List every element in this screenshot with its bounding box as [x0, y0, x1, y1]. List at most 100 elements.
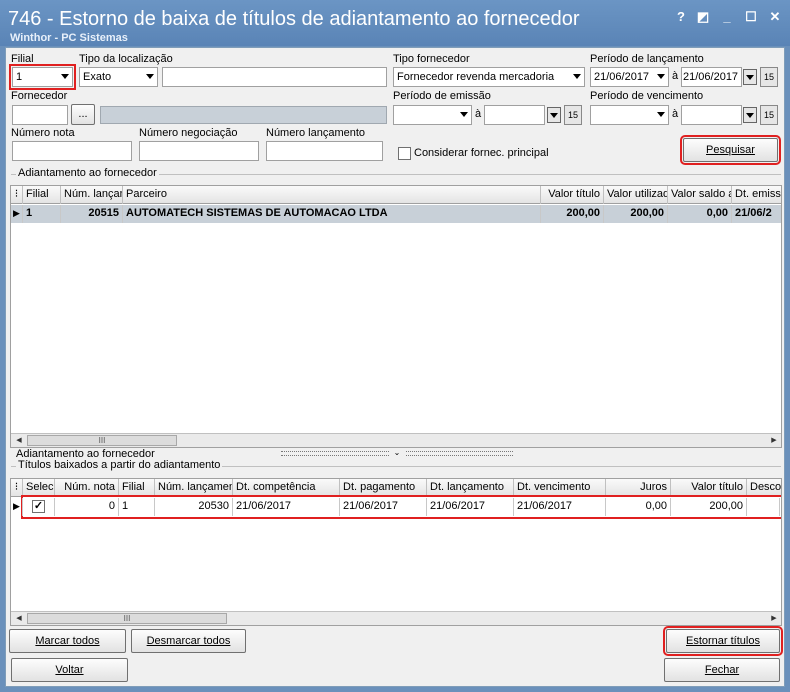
chevron-down-icon: [61, 74, 69, 79]
numero-lancamento-input[interactable]: [266, 141, 383, 161]
periodo-lancamento-dropdown[interactable]: [743, 69, 757, 85]
grid-menu-icon[interactable]: ⁝: [11, 186, 23, 204]
periodo-vencimento-to-input[interactable]: [681, 105, 742, 125]
tipo-localizacao-value: Exato: [83, 71, 112, 83]
baixados-hscroll[interactable]: ◀ III ▶: [11, 611, 781, 625]
window-title: 746 - Estorno de baixa de títulos de adi…: [8, 8, 580, 30]
cell-dt-competencia: 21/06/2017: [233, 498, 340, 516]
scroll-right-icon[interactable]: ▶: [768, 435, 780, 446]
baixados-group-title: Títulos baixados a partir do adiantament…: [16, 459, 223, 471]
estornar-titulos-button[interactable]: Estornar títulos: [663, 626, 783, 656]
col-filial[interactable]: Filial: [23, 186, 61, 204]
numero-negociacao-input[interactable]: [139, 141, 259, 161]
adiantamento-group-title: Adiantamento ao fornecedor: [16, 167, 159, 179]
periodo-emissao-from-input[interactable]: [393, 105, 472, 125]
cell-selecionado[interactable]: ✓: [23, 498, 55, 516]
scroll-left-icon[interactable]: ◀: [13, 435, 25, 446]
cell-valor-utilizado: 200,00: [604, 205, 668, 223]
cell-dt-vencimento: 21/06/2017: [514, 498, 606, 516]
cell-valor-saldo: 0,00: [668, 205, 732, 223]
baixados-grid-header: ⁝ Seleci Núm. nota Filial Núm. lançamen …: [11, 479, 781, 497]
scroll-right-icon[interactable]: ▶: [768, 613, 780, 624]
col-dt-lancamento[interactable]: Dt. lançamento: [427, 479, 514, 497]
scroll-thumb[interactable]: III: [27, 613, 227, 624]
cell-num-lancamento: 20515: [61, 205, 123, 223]
col-valor-titulo[interactable]: Valor título: [541, 186, 604, 204]
col-valor-utilizado[interactable]: Valor utilizad: [604, 186, 668, 204]
periodo-vencimento-from-input[interactable]: [590, 105, 669, 125]
fornecedor-code-input[interactable]: [12, 105, 68, 125]
periodo-vencimento-sep: à: [672, 108, 679, 120]
pesquisar-button[interactable]: Pesquisar: [680, 135, 781, 165]
fornecedor-name-field: [100, 106, 387, 124]
periodo-vencimento-dropdown[interactable]: [743, 107, 757, 123]
grid-menu-icon[interactable]: ⁝: [11, 479, 23, 497]
voltar-button[interactable]: Voltar: [11, 658, 128, 682]
fornecedor-search-button[interactable]: ...: [71, 104, 95, 125]
cell-num-nota: 0: [55, 498, 119, 516]
col-selecionado[interactable]: Seleci: [23, 479, 55, 497]
minimize-icon[interactable]: _: [718, 8, 736, 26]
close-icon[interactable]: ✕: [766, 8, 784, 26]
form-client-area: Filial Tipo da localização Tipo forneced…: [5, 47, 785, 687]
periodo-lancamento-label: Período de lançamento: [590, 53, 704, 65]
adiantamento-grid-header: ⁝ Filial Núm. lançan Parceiro Valor títu…: [11, 186, 781, 204]
periodo-lancamento-from-input[interactable]: 21/06/2017: [590, 67, 669, 87]
periodo-lancamento-to-input[interactable]: 21/06/2017: [681, 67, 742, 87]
col-filial[interactable]: Filial: [119, 479, 155, 497]
scroll-left-icon[interactable]: ◀: [13, 613, 25, 624]
periodo-vencimento-label: Período de vencimento: [590, 90, 704, 102]
col-dt-competencia[interactable]: Dt. competência: [233, 479, 340, 497]
col-dt-vencimento[interactable]: Dt. vencimento: [514, 479, 606, 497]
localizacao-input[interactable]: [162, 67, 387, 87]
numero-nota-input[interactable]: [12, 141, 132, 161]
periodo-emissao-dropdown[interactable]: [547, 107, 561, 123]
marcar-todos-button[interactable]: Marcar todos: [9, 629, 126, 653]
calendar-icon[interactable]: 15: [564, 105, 582, 125]
periodo-lancamento-sep: à: [672, 70, 679, 82]
filial-select[interactable]: 1: [9, 64, 76, 90]
row-indicator-icon: ▶: [11, 498, 23, 516]
col-valor-titulo[interactable]: Valor título: [671, 479, 747, 497]
cell-dt-emissao: 21/06/2: [732, 205, 781, 223]
row-indicator-icon: ▶: [11, 205, 23, 223]
tipo-localizacao-select[interactable]: Exato: [79, 67, 158, 87]
tipo-fornecedor-select[interactable]: Fornecedor revenda mercadoria: [393, 67, 585, 87]
fechar-button[interactable]: Fechar: [664, 658, 780, 682]
table-row[interactable]: ▶ 1 20515 AUTOMATECH SISTEMAS DE AUTOMAC…: [11, 205, 781, 223]
col-num-lancamento[interactable]: Núm. lançamen: [155, 479, 233, 497]
adiantamento-grid[interactable]: ⁝ Filial Núm. lançan Parceiro Valor títu…: [10, 185, 782, 448]
calendar-icon[interactable]: 15: [760, 67, 778, 87]
col-parceiro[interactable]: Parceiro: [123, 186, 541, 204]
cell-num-lancamento: 20530: [155, 498, 233, 516]
col-juros[interactable]: Juros: [606, 479, 671, 497]
periodo-lancamento-from-value: 21/06/2017: [594, 71, 650, 83]
window-subtitle: Winthor - PC Sistemas: [10, 32, 128, 44]
scroll-thumb[interactable]: III: [27, 435, 177, 446]
col-num-lancamento[interactable]: Núm. lançan: [61, 186, 123, 204]
adiantamento-hscroll[interactable]: ◀ III ▶: [11, 433, 781, 447]
cell-valor-titulo: 200,00: [671, 498, 747, 516]
tipo-fornecedor-value: Fornecedor revenda mercadoria: [397, 71, 555, 83]
table-row[interactable]: ▶ ✓ 0 1 20530 21/06/2017 21/06/2017 21/0…: [13, 495, 781, 519]
checkmark-icon[interactable]: ✓: [32, 500, 45, 513]
chevron-down-icon: [146, 74, 154, 79]
maximize-icon[interactable]: ☐: [742, 8, 760, 26]
periodo-emissao-to-input[interactable]: [484, 105, 545, 125]
col-dt-pagamento[interactable]: Dt. pagamento: [340, 479, 427, 497]
edit-icon[interactable]: ◩: [694, 8, 712, 26]
baixados-grid[interactable]: ⁝ Seleci Núm. nota Filial Núm. lançamen …: [10, 478, 782, 626]
col-desconto[interactable]: Descor: [747, 479, 781, 497]
col-dt-emissao[interactable]: Dt. emissã: [732, 186, 781, 204]
considerar-checkbox[interactable]: [398, 147, 411, 160]
col-valor-saldo[interactable]: Valor saldo a: [668, 186, 732, 204]
filial-value: 1: [16, 71, 23, 83]
help-icon[interactable]: ?: [672, 8, 690, 26]
tipo-localizacao-label: Tipo da localização: [79, 53, 173, 65]
desmarcar-todos-button[interactable]: Desmarcar todos: [131, 629, 246, 653]
calendar-icon[interactable]: 15: [760, 105, 778, 125]
col-num-nota[interactable]: Núm. nota: [55, 479, 119, 497]
periodo-emissao-label: Período de emissão: [393, 90, 491, 102]
splitter-chevron-icon[interactable]: ⌄: [389, 448, 405, 458]
periodo-lancamento-to-value: 21/06/2017: [683, 71, 739, 83]
